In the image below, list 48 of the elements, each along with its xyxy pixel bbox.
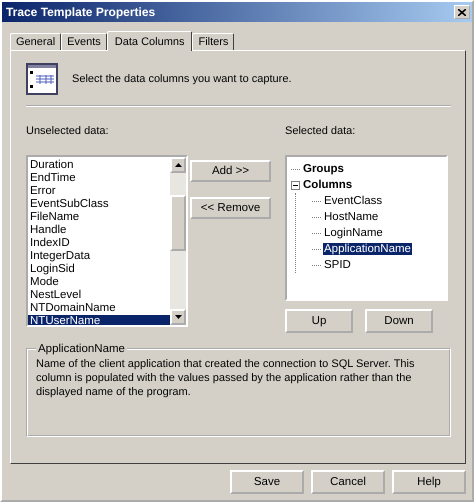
- selected-tree[interactable]: Groups Columns EventClass HostName LoginName ApplicationName SPID: [285, 155, 448, 301]
- list-item[interactable]: NTDomainName: [28, 302, 170, 315]
- scroll-down-button[interactable]: [170, 309, 186, 325]
- tree-item[interactable]: SPID: [323, 259, 352, 271]
- dialog-button[interactable]: Save: [230, 470, 304, 494]
- list-item[interactable]: LoginSid: [28, 263, 170, 276]
- up-arrow-icon: [174, 163, 182, 167]
- tab[interactable]: Data Columns: [106, 31, 192, 51]
- description-text: Name of the client application that created the connection to SQL Server. This column is populated with the values passed by the application rather than the displayed name of the program.: [36, 357, 416, 399]
- scrollbar-thumb[interactable]: [170, 195, 186, 251]
- down-arrow-icon: [174, 315, 182, 319]
- order-button[interactable]: Up: [285, 309, 353, 333]
- unselected-list[interactable]: Duration EndTime Error EventSubClass FileName Handle IndexID IntegerData LoginSid Mode NestLevel NTDomainName NTUserName: [26, 155, 188, 327]
- list-item[interactable]: IndexID: [28, 237, 170, 250]
- tab[interactable]: Events: [61, 33, 107, 50]
- close-icon: [458, 8, 466, 16]
- move-button[interactable]: Add >>: [190, 160, 271, 182]
- tree-item[interactable]: EventClass: [323, 195, 384, 207]
- tree-item[interactable]: HostName: [323, 211, 380, 223]
- move-button[interactable]: << Remove: [190, 197, 271, 219]
- window-title: Trace Template Properties: [6, 5, 156, 19]
- unselected-label: Unselected data:: [26, 125, 110, 137]
- list-item[interactable]: EndTime: [28, 172, 170, 185]
- tree-item[interactable]: LoginName: [323, 227, 384, 239]
- tree-item[interactable]: Columns: [302, 179, 354, 191]
- list-item[interactable]: Mode: [28, 276, 170, 289]
- list-item[interactable]: IntegerData: [28, 250, 170, 263]
- scroll-up-button[interactable]: [170, 157, 186, 173]
- collapse-icon[interactable]: [291, 180, 300, 190]
- list-item[interactable]: Error: [28, 185, 170, 198]
- list-item[interactable]: Handle: [28, 224, 170, 237]
- tree-item[interactable]: Groups: [302, 163, 345, 175]
- dialog-button[interactable]: Help: [392, 470, 466, 494]
- dialog-button[interactable]: Cancel: [311, 470, 385, 494]
- instruction-text: Select the data columns you want to capture.: [72, 73, 292, 85]
- tree-item[interactable]: ApplicationName: [323, 243, 412, 255]
- list-item[interactable]: NestLevel: [28, 289, 170, 302]
- table-icon: [26, 63, 58, 95]
- list-item[interactable]: Duration: [28, 159, 170, 172]
- selected-label: Selected data:: [285, 125, 356, 137]
- order-button[interactable]: Down: [365, 309, 433, 333]
- tab[interactable]: Filters: [192, 33, 234, 50]
- tab[interactable]: General: [10, 33, 62, 50]
- list-item[interactable]: FileName: [28, 211, 170, 224]
- list-item[interactable]: EventSubClass: [28, 198, 170, 211]
- close-button[interactable]: [454, 5, 470, 19]
- description-title: ApplicationName: [37, 343, 126, 355]
- list-item[interactable]: NTUserName: [28, 315, 170, 325]
